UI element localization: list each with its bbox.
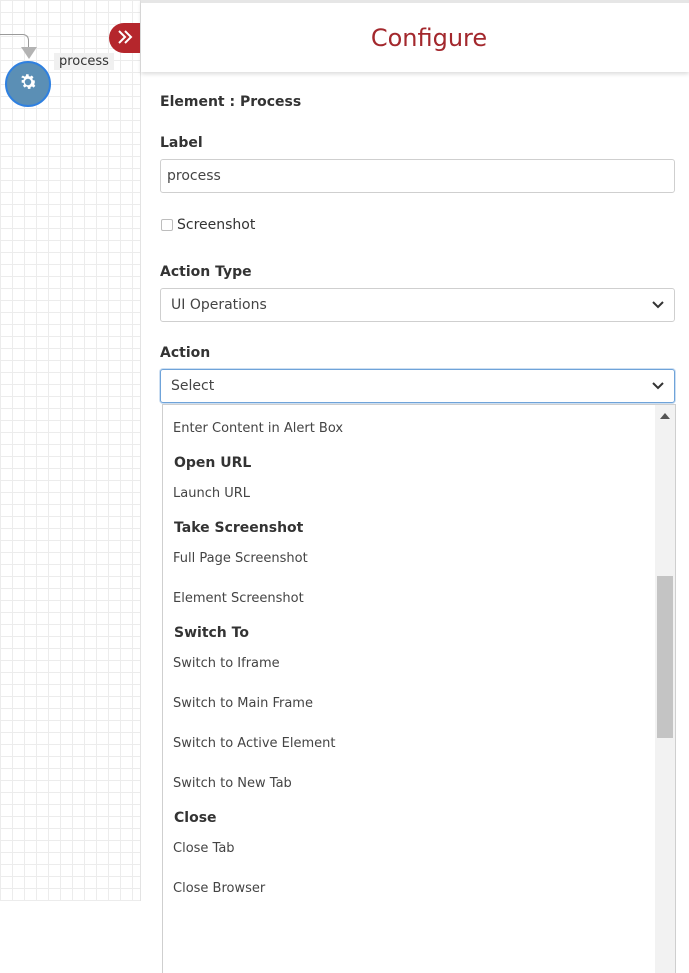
dropdown-option[interactable]: Switch to Iframe bbox=[173, 656, 280, 671]
action-type-label: Action Type bbox=[160, 264, 252, 280]
dropdown-option[interactable]: Switch to Active Element bbox=[173, 736, 335, 751]
dropdown-option[interactable]: Enter Content in Alert Box bbox=[173, 421, 343, 436]
collapse-panel-button[interactable] bbox=[109, 23, 140, 53]
element-name: Element : Process bbox=[160, 94, 302, 110]
gear-icon bbox=[17, 71, 39, 97]
label-field-label: Label bbox=[160, 135, 203, 151]
dropdown-group-header: Switch To bbox=[174, 625, 249, 641]
chevron-down-icon bbox=[652, 299, 664, 311]
flow-arrow-icon bbox=[21, 47, 37, 59]
dropdown-option[interactable]: Full Page Screenshot bbox=[173, 551, 308, 566]
dropdown-group-header: Take Screenshot bbox=[174, 520, 304, 536]
dropdown-option[interactable]: Launch URL bbox=[173, 486, 250, 501]
dropdown-option[interactable]: Close Browser bbox=[173, 881, 265, 896]
node-label: process bbox=[54, 53, 114, 70]
action-select[interactable]: Select bbox=[160, 369, 675, 403]
scroll-up-arrow-icon[interactable] bbox=[660, 413, 670, 419]
panel-header: Configure bbox=[141, 0, 689, 72]
dropdown-group-header: Close bbox=[174, 810, 217, 826]
label-input[interactable] bbox=[160, 159, 675, 193]
scrollbar-thumb[interactable] bbox=[657, 576, 673, 738]
screenshot-checkbox[interactable] bbox=[161, 219, 173, 231]
action-type-select[interactable]: UI Operations bbox=[160, 288, 675, 322]
double-chevron-right-icon bbox=[117, 29, 133, 48]
screenshot-checkbox-row[interactable]: Screenshot bbox=[161, 217, 255, 233]
action-label: Action bbox=[160, 345, 211, 361]
dropdown-scrollbar[interactable] bbox=[655, 405, 675, 973]
dropdown-option[interactable]: Close Tab bbox=[173, 841, 235, 856]
dropdown-group-header: Open URL bbox=[174, 455, 252, 471]
screenshot-label: Screenshot bbox=[177, 217, 256, 233]
action-dropdown-list[interactable]: Enter Content in Alert Box Open URL Laun… bbox=[162, 404, 676, 973]
dropdown-option[interactable]: Element Screenshot bbox=[173, 591, 304, 606]
panel-title: Configure bbox=[370, 23, 488, 52]
dropdown-option[interactable]: Switch to Main Frame bbox=[173, 696, 313, 711]
flow-canvas[interactable]: process bbox=[0, 0, 140, 901]
process-node[interactable] bbox=[5, 61, 51, 107]
flow-connector bbox=[0, 34, 29, 48]
configure-panel: Configure Element : Process Label Screen… bbox=[140, 0, 689, 973]
chevron-down-icon bbox=[652, 380, 664, 392]
action-type-value: UI Operations bbox=[171, 297, 267, 313]
dropdown-option[interactable]: Switch to New Tab bbox=[173, 776, 292, 791]
action-value: Select bbox=[171, 378, 215, 394]
